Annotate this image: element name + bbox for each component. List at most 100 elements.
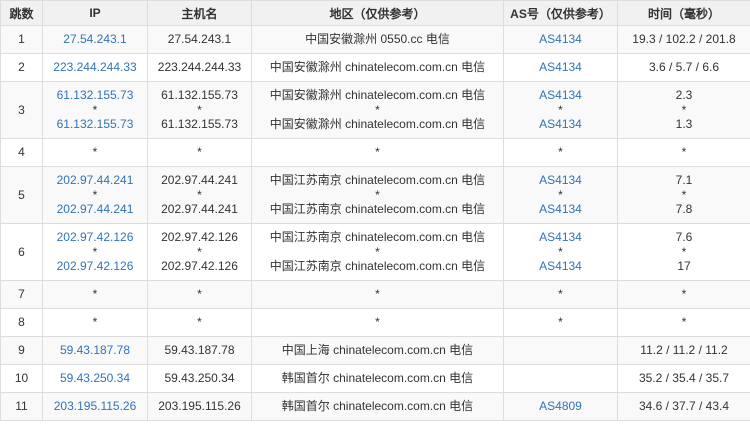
as-link[interactable]: AS4134 [505,202,617,217]
time-text: 7.1 [675,173,693,188]
as-cell: AS4134 * AS4134 [503,81,618,139]
region-cell: 中国上海 chinatelecom.com.cn 电信 [251,336,504,365]
as-text: * [558,287,563,302]
table-body: 1 27.54.243.1 27.54.243.1 中国安徽滁州 0550.cc 电信… [0,25,750,421]
region-cell: 中国安徽滁州 chinatelecom.com.cn 电信 * 中国安徽滁州 chi… [251,81,504,139]
region-text: 韩国首尔 chinatelecom.com.cn 电信 [281,371,474,386]
ip-link[interactable]: 61.132.155.73 [44,117,147,132]
as-text: * [558,145,563,160]
region-cell: * [251,138,504,167]
hostname-cell: 202.97.44.241 * 202.97.44.241 [147,166,252,224]
ip-cell: * [42,308,148,337]
ip-link[interactable]: 27.54.243.1 [44,32,147,47]
as-link[interactable]: AS4134 [505,259,617,274]
ip-link[interactable]: 202.97.42.126 [44,259,147,274]
as-text: * [558,187,563,202]
host-text: 61.132.155.73 [161,88,238,103]
region-cell: 韩国首尔 chinatelecom.com.cn 电信 [251,364,504,393]
header-region: 地区（仅供参考） [251,0,504,26]
ip-cell: 202.97.42.126 * 202.97.42.126 [42,223,148,281]
hop-cell: 6 [0,223,43,281]
as-cell [503,336,618,365]
table-row: 10 59.43.250.34 59.43.250.34 韩国首尔 chinatele… [0,364,750,393]
hostname-cell: 59.43.187.78 [147,336,252,365]
table-row: 11 203.195.115.26 203.195.115.26 韩国首尔 china… [0,392,750,421]
hostname-cell: 59.43.250.34 [147,364,252,393]
as-link[interactable]: AS4134 [505,230,617,245]
time-cell: * [617,308,750,337]
as-link[interactable]: AS4134 [505,173,617,188]
host-text: 27.54.243.1 [167,32,232,47]
host-text: * [197,315,202,330]
table-row: 4 * * * * * [0,138,750,167]
time-text: 1.3 [675,117,693,132]
region-text: 中国江苏南京 chinatelecom.com.cn 电信 [269,230,486,245]
ip-link[interactable]: 203.195.115.26 [44,399,147,414]
ip-text: * [92,102,98,117]
region-cell: 中国江苏南京 chinatelecom.com.cn 电信 * 中国江苏南京 chi… [251,223,504,281]
hop-cell: 2 [0,53,43,82]
as-text: * [558,315,563,330]
hop-cell: 8 [0,308,43,337]
header-as-number: AS号（仅供参考） [503,0,618,26]
time-cell: 35.2 / 35.4 / 35.7 [617,364,750,393]
as-link[interactable]: AS4134 [505,88,617,103]
region-text: * [375,145,380,160]
table-row: 9 59.43.187.78 59.43.187.78 中国上海 chinatelec… [0,336,750,365]
hop-cell: 3 [0,81,43,139]
hop-cell: 10 [0,364,43,393]
ip-text: * [92,187,98,202]
time-text: 17 [677,259,691,274]
region-text: 中国江苏南京 chinatelecom.com.cn 电信 [269,259,486,274]
ip-text: * [92,287,98,302]
table-header-row: 跳数 IP 主机名 地区（仅供参考） AS号（仅供参考） 时间（毫秒） [0,0,750,26]
time-text: 11.2 / 11.2 / 11.2 [640,343,728,358]
table-row: 2 223.244.244.33 223.244.244.33 中国安徽滁州 chin… [0,53,750,82]
time-text: 7.6 [675,230,693,245]
time-text: 2.3 [675,88,693,103]
as-link[interactable]: AS4134 [505,60,617,75]
ip-link[interactable]: 61.132.155.73 [44,88,147,103]
as-link[interactable]: AS4809 [505,399,617,414]
region-cell: 中国江苏南京 chinatelecom.com.cn 电信 * 中国江苏南京 chi… [251,166,504,224]
hostname-cell: * [147,280,252,309]
ip-link[interactable]: 59.43.187.78 [44,343,147,358]
region-text: 中国上海 chinatelecom.com.cn 电信 [281,343,474,358]
header-hop: 跳数 [0,0,43,26]
hostname-cell: 223.244.244.33 [147,53,252,82]
traceroute-table: 跳数 IP 主机名 地区（仅供参考） AS号（仅供参考） 时间（毫秒） 1 27.… [0,0,750,421]
time-cell: 19.3 / 102.2 / 201.8 [617,25,750,54]
host-text: 202.97.42.126 [161,230,238,245]
region-cell: * [251,280,504,309]
hop-cell: 7 [0,280,43,309]
region-text: * [375,244,380,259]
host-text: * [197,287,202,302]
host-text: 202.97.44.241 [161,173,238,188]
as-text: * [558,102,563,117]
hostname-cell: * [147,138,252,167]
ip-text: * [92,145,98,160]
region-text: * [375,315,380,330]
hop-cell: 9 [0,336,43,365]
ip-link[interactable]: 202.97.44.241 [44,173,147,188]
hostname-cell: 202.97.42.126 * 202.97.42.126 [147,223,252,281]
as-link[interactable]: AS4134 [505,117,617,132]
host-text: 202.97.44.241 [161,202,238,217]
region-text: 中国安徽滁州 chinatelecom.com.cn 电信 [269,88,486,103]
ip-link[interactable]: 202.97.44.241 [44,202,147,217]
ip-cell: * [42,280,148,309]
host-text: 59.43.250.34 [164,371,235,386]
as-cell: AS4134 [503,25,618,54]
ip-cell: 202.97.44.241 * 202.97.44.241 [42,166,148,224]
ip-link[interactable]: 59.43.250.34 [44,371,147,386]
as-cell: * [503,138,618,167]
as-cell: AS4134 * AS4134 [503,166,618,224]
region-text: 中国安徽滁州 chinatelecom.com.cn 电信 [269,60,486,75]
ip-link[interactable]: 202.97.42.126 [44,230,147,245]
ip-link[interactable]: 223.244.244.33 [44,60,147,75]
hostname-cell: 61.132.155.73 * 61.132.155.73 [147,81,252,139]
hop-cell: 5 [0,166,43,224]
as-link[interactable]: AS4134 [505,32,617,47]
region-cell: * [251,308,504,337]
as-cell: AS4809 [503,392,618,421]
